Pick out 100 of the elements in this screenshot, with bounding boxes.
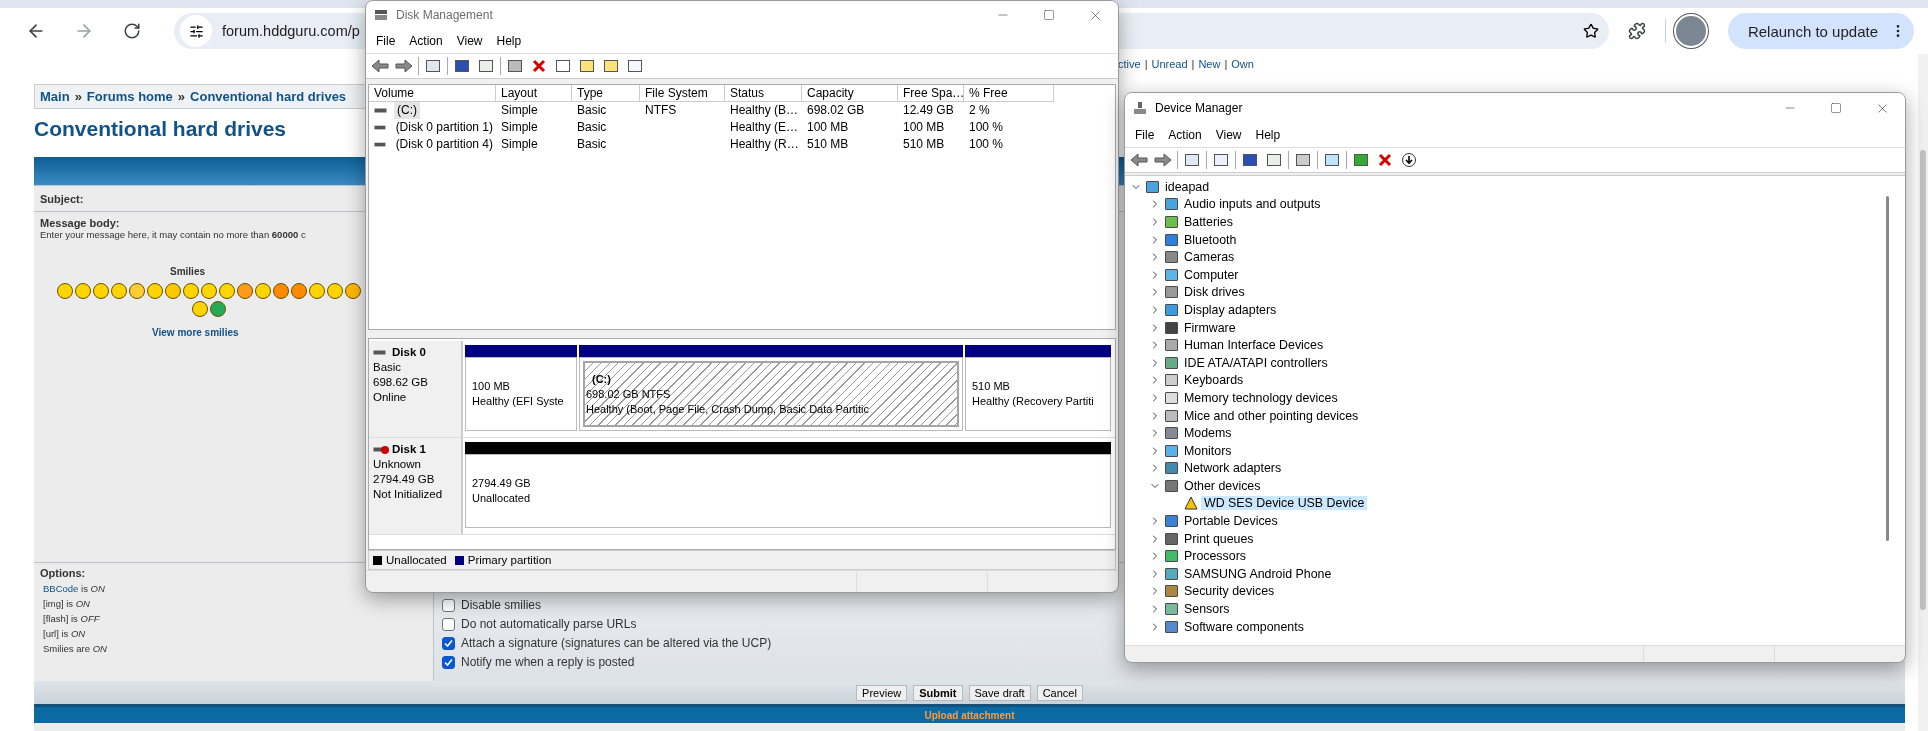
smiley-icon[interactable]: [255, 283, 271, 299]
tree-item[interactable]: Network adapters: [1181, 461, 1285, 476]
form-button[interactable]: Save draft: [968, 684, 1031, 701]
partition-block[interactable]: 100 MB Healthy (EFI Syste: [465, 357, 577, 431]
smiley-icon[interactable]: [111, 283, 127, 299]
smiley-icon[interactable]: [273, 283, 289, 299]
panel-icon[interactable]: [425, 58, 441, 74]
smiley-icon[interactable]: [327, 283, 343, 299]
smiley-icon[interactable]: [309, 283, 325, 299]
panel-icon[interactable]: [1184, 152, 1200, 168]
form-button[interactable]: Cancel: [1036, 684, 1083, 701]
tree-item[interactable]: WD SES Device USB Device: [1201, 496, 1368, 511]
relaunch-button[interactable]: Relaunch to update: [1727, 13, 1914, 49]
smiley-icon[interactable]: [183, 283, 199, 299]
form-button[interactable]: Preview: [856, 684, 908, 701]
bbcode-link[interactable]: BBCode: [43, 583, 79, 594]
search-folder-icon[interactable]: [603, 58, 619, 74]
tree-item[interactable]: Display adapters: [1181, 302, 1280, 317]
smiley-icon[interactable]: [147, 283, 163, 299]
tree-item[interactable]: Cameras: [1181, 250, 1238, 265]
form-button[interactable]: Submit: [913, 684, 963, 701]
smiley-icon[interactable]: [165, 283, 181, 299]
checkbox[interactable]: [442, 655, 455, 669]
menu-item[interactable]: View: [450, 32, 489, 50]
smiley-icon[interactable]: [219, 283, 235, 299]
drive-icon[interactable]: [507, 58, 523, 74]
nav-link[interactable]: ctive: [1118, 58, 1141, 70]
checkbox[interactable]: [442, 617, 455, 631]
menu-item[interactable]: Action: [403, 32, 449, 50]
column-header[interactable]: Volume: [369, 85, 496, 102]
tree-item[interactable]: Keyboards: [1181, 373, 1247, 388]
gear-icon[interactable]: [1295, 152, 1311, 168]
device-add-icon[interactable]: [1353, 152, 1369, 168]
table-cell[interactable]: (Disk 0 partition 1): [392, 119, 496, 136]
forward-arrow-icon[interactable]: [395, 59, 413, 73]
delete-icon[interactable]: [532, 59, 546, 73]
help-icon[interactable]: [1242, 152, 1258, 168]
tree-item[interactable]: Processors: [1181, 549, 1249, 564]
tree-item[interactable]: Security devices: [1181, 584, 1278, 599]
menu-item[interactable]: File: [1129, 126, 1161, 144]
tree-item[interactable]: Mice and other pointing devices: [1181, 408, 1362, 423]
partition-block[interactable]: (C:) 698.02 GB NTFS Healthy (Boot, Page File, Crash Dump, Basic Data Partitic: [579, 357, 963, 431]
breadcrumb-link[interactable]: Forums home: [86, 89, 173, 104]
tree-item[interactable]: Computer: [1181, 267, 1242, 282]
smiley-icon[interactable]: [192, 301, 208, 317]
panel-icon[interactable]: [478, 58, 494, 74]
tree-item[interactable]: Print queues: [1181, 531, 1257, 546]
maximize-icon[interactable]: [1043, 9, 1055, 21]
tree-item[interactable]: Other devices: [1181, 478, 1264, 493]
menu-item[interactable]: Action: [1162, 126, 1208, 144]
site-settings-button[interactable]: [180, 15, 212, 47]
smiley-icon[interactable]: [201, 283, 217, 299]
column-header[interactable]: % Free: [964, 85, 1054, 102]
list-window-icon[interactable]: [627, 58, 643, 74]
smiley-icon[interactable]: [237, 283, 253, 299]
breadcrumb-link[interactable]: Main: [40, 89, 70, 104]
folder-icon[interactable]: [579, 58, 595, 74]
delete-icon[interactable]: [1378, 153, 1392, 167]
menu-item[interactable]: Help: [490, 32, 528, 50]
disk-info-panel[interactable]: Disk 1 Unknown 2794.49 GB Not Initialized: [369, 438, 463, 534]
nav-link[interactable]: New: [1198, 58, 1221, 70]
tree-item[interactable]: Batteries: [1181, 215, 1236, 229]
checkbox[interactable]: [442, 598, 455, 612]
tree-item[interactable]: ideapad: [1162, 179, 1213, 194]
column-header[interactable]: Layout: [496, 85, 572, 102]
puzzle-icon[interactable]: [1628, 22, 1646, 40]
checklist-icon[interactable]: [555, 58, 571, 74]
reload-icon[interactable]: [123, 22, 141, 40]
tree-item[interactable]: Sensors: [1181, 602, 1233, 617]
tree-item[interactable]: Disk drives: [1181, 285, 1248, 300]
column-header[interactable]: Capacity: [802, 85, 898, 102]
monitor-icon[interactable]: [1324, 152, 1340, 168]
tree-item[interactable]: IDE ATA/ATAPI controllers: [1181, 355, 1331, 370]
sliders-icon[interactable]: [188, 23, 204, 39]
forward-arrow-icon[interactable]: [1154, 153, 1172, 167]
tree-item[interactable]: Software components: [1181, 619, 1307, 634]
column-header[interactable]: Status: [725, 85, 802, 102]
smiley-icon[interactable]: [57, 283, 73, 299]
panel-icon[interactable]: [1266, 152, 1282, 168]
scrollbar[interactable]: [1886, 196, 1889, 541]
scrollbar[interactable]: [1918, 54, 1928, 731]
tree-item[interactable]: Memory technology devices: [1181, 390, 1341, 405]
nav-link[interactable]: Unread: [1151, 58, 1188, 70]
back-arrow-icon[interactable]: [1130, 153, 1148, 167]
partition-block[interactable]: 510 MB Healthy (Recovery Partiti: [965, 357, 1111, 431]
smiley-icon[interactable]: [129, 283, 145, 299]
column-header[interactable]: Free Spa…: [898, 85, 964, 102]
smiley-icon[interactable]: [93, 283, 109, 299]
tree-item[interactable]: Portable Devices: [1181, 514, 1281, 529]
maximize-icon[interactable]: [1830, 102, 1842, 114]
menu-item[interactable]: View: [1209, 126, 1248, 144]
menu-item[interactable]: File: [370, 32, 402, 50]
tree-item[interactable]: Monitors: [1181, 443, 1235, 458]
table-cell[interactable]: (C:): [394, 102, 420, 119]
properties-icon[interactable]: [1213, 152, 1229, 168]
smiley-icon[interactable]: [75, 283, 91, 299]
nav-link[interactable]: Own: [1231, 58, 1254, 70]
column-header[interactable]: File System: [640, 85, 725, 102]
smiley-icon[interactable]: [345, 283, 361, 299]
tree-item[interactable]: Firmware: [1181, 320, 1239, 335]
